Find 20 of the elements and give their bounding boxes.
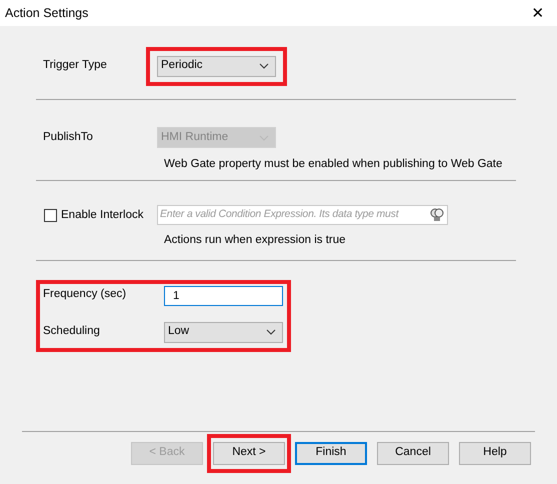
- hint-text: Actions run when expression is true: [164, 234, 346, 246]
- dropdown-caret-icon: [266, 329, 276, 335]
- hint-text: Web Gate property must be enabled when publishing to Web Gate: [164, 158, 502, 170]
- window-title: Action Settings: [5, 4, 88, 22]
- close-button[interactable]: ✕: [523, 6, 553, 20]
- dialog-button[interactable]: Help: [459, 442, 531, 464]
- scheduling-dropdown[interactable]: Low: [164, 322, 283, 342]
- trigger-type-dropdown[interactable]: Periodic: [157, 56, 276, 76]
- enable-interlock-checkbox[interactable]: Enable Interlock: [36, 206, 157, 224]
- field-label: Trigger Type: [42, 58, 108, 74]
- bulb-icon[interactable]: [429, 207, 445, 224]
- field-label: Frequency (sec): [42, 286, 128, 302]
- field-label: Scheduling: [42, 324, 101, 340]
- dropdown-caret-icon: [259, 63, 269, 69]
- frequency-field[interactable]: 1: [164, 286, 283, 306]
- dialog-button[interactable]: Next >: [213, 442, 285, 464]
- condition-expression-field[interactable]: Enter a valid Condition Expression. Its data type must: [157, 205, 448, 226]
- field-label: PublishTo: [42, 130, 94, 145]
- dialog-button[interactable]: Finish: [295, 442, 367, 464]
- dialog-button[interactable]: Cancel: [377, 442, 449, 464]
